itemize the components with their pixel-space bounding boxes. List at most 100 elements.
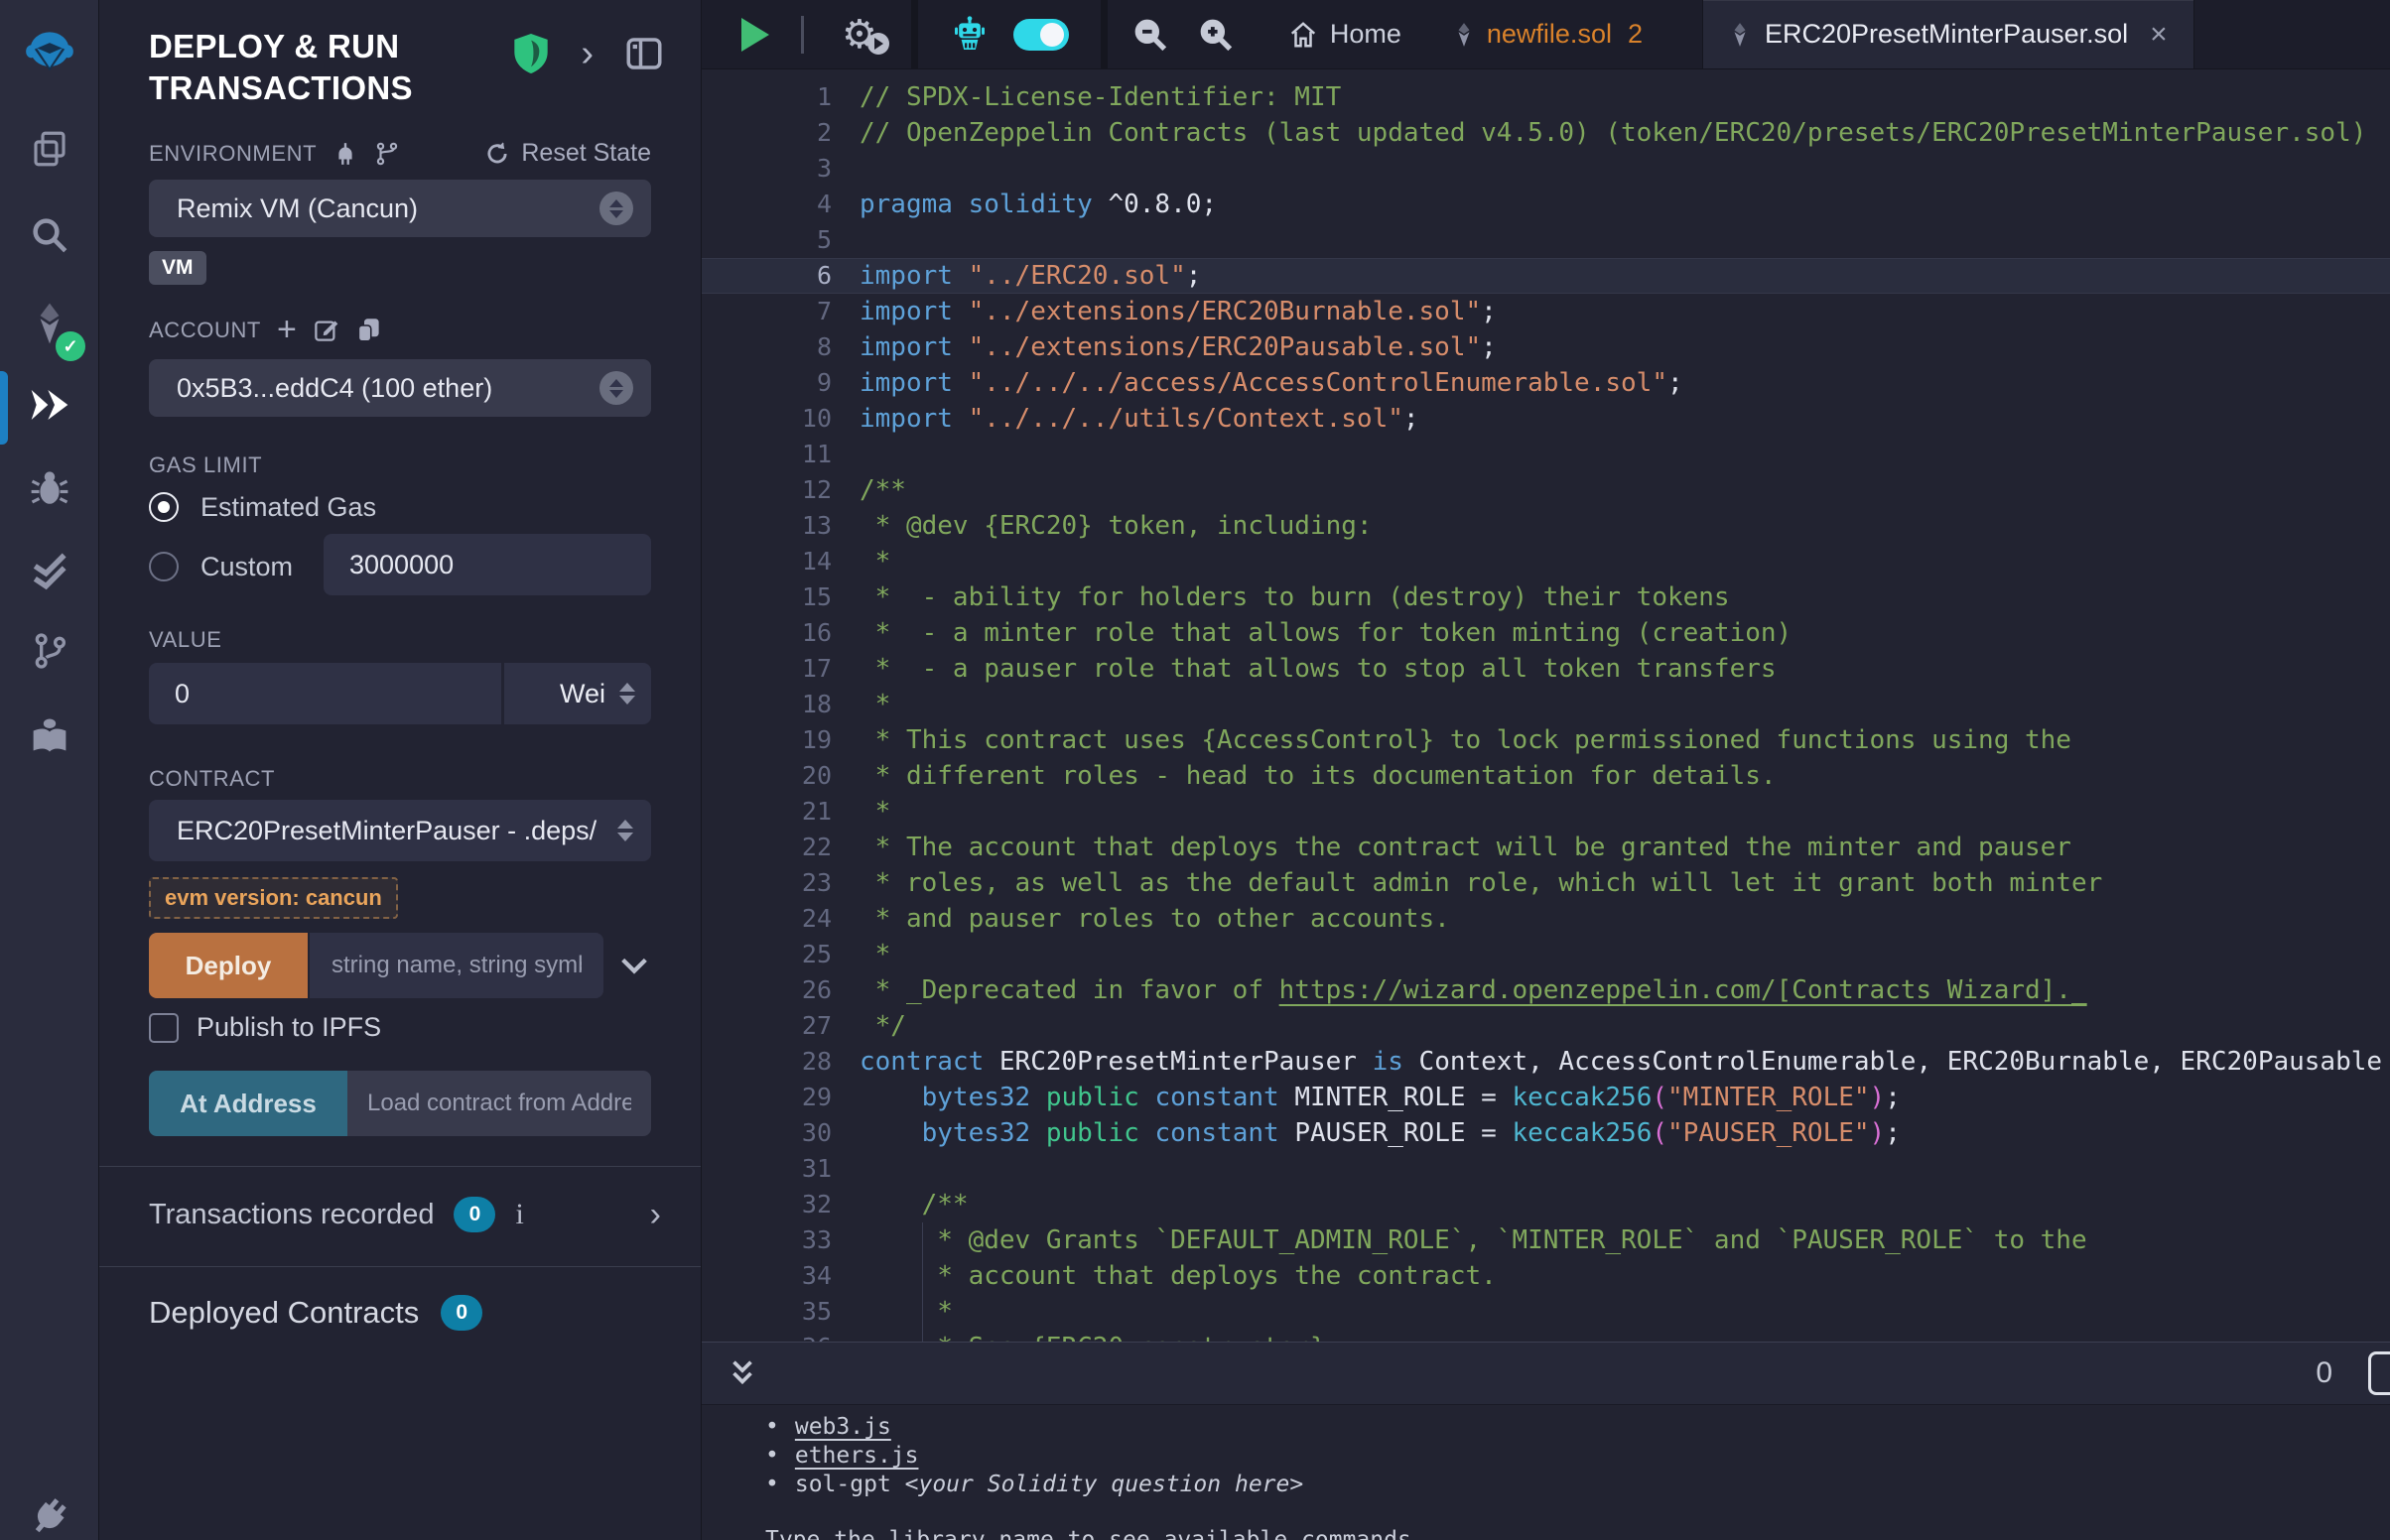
code-line: 23 * roles, as well as the default admin… <box>702 865 2390 901</box>
zoom-in-icon[interactable] <box>1197 16 1235 54</box>
panel-header: DEPLOY & RUN TRANSACTIONS › <box>99 0 701 109</box>
layout-panel-icon[interactable] <box>623 33 665 74</box>
account-select[interactable]: 0x5B3...eddC4 (100 ether) <box>149 359 651 417</box>
run-script-button[interactable] <box>741 18 769 52</box>
tab-erc20presetminterpauser[interactable]: ERC20PresetMinterPauser.sol × <box>1702 0 2194 68</box>
remix-logo-icon <box>24 28 75 79</box>
solidity-file-icon <box>1453 22 1475 48</box>
sidebar-item-deploy-and-run[interactable] <box>0 373 99 437</box>
environment-label: ENVIRONMENT <box>149 141 400 167</box>
tab-home-label: Home <box>1330 19 1401 50</box>
code-editor[interactable]: 1// SPDX-License-Identifier: MIT2// Open… <box>702 69 2390 1342</box>
at-address-button[interactable]: At Address <box>149 1071 347 1136</box>
value-unit-select[interactable]: Wei <box>504 663 651 724</box>
sidebar-item-solidity-compiler[interactable]: ✓ <box>0 292 99 355</box>
code-line: 29 bytes32 public constant MINTER_ROLE =… <box>702 1080 2390 1115</box>
publish-ipfs-checkbox[interactable] <box>149 1013 179 1043</box>
constructor-args-input[interactable] <box>310 933 603 998</box>
info-icon[interactable]: i <box>515 1198 523 1231</box>
value-unit: Wei <box>560 679 605 709</box>
collapse-terminal-icon[interactable] <box>726 1356 759 1390</box>
at-address-input[interactable] <box>347 1071 651 1136</box>
copy-icon[interactable] <box>355 317 382 343</box>
code-line: 9import "../../../access/AccessControlEn… <box>702 365 2390 401</box>
play-badge-icon <box>867 33 889 55</box>
expand-transactions-icon[interactable]: › <box>650 1198 661 1231</box>
sidebar-item-file-explorer[interactable] <box>0 117 99 181</box>
shield-icon <box>511 32 551 75</box>
sidebar-item-unit-testing[interactable] <box>0 540 99 603</box>
contract-select[interactable]: ERC20PresetMinterPauser - .deps/ <box>149 800 651 861</box>
code-line: 25 * <box>702 937 2390 972</box>
zoom-out-icon[interactable] <box>1131 16 1169 54</box>
code-line: 35 * <box>702 1294 2390 1330</box>
toolbar-divider <box>911 0 918 69</box>
script-config-button[interactable]: ⚙ <box>842 15 877 55</box>
code-line: 8import "../extensions/ERC20Pausable.sol… <box>702 329 2390 365</box>
code-line: 28contract ERC20PresetMinterPauser is Co… <box>702 1044 2390 1080</box>
ai-assistant-icon[interactable] <box>950 15 990 55</box>
custom-gas-radio[interactable] <box>149 552 179 581</box>
code-line: 21 * <box>702 794 2390 830</box>
deploy-button[interactable]: Deploy <box>149 933 308 998</box>
code-line: 18 * <box>702 687 2390 722</box>
code-line: 15 * - ability for holders to burn (dest… <box>702 579 2390 615</box>
at-address-row: At Address <box>149 1071 651 1136</box>
code-line: 24 * and pauser roles to other accounts. <box>702 901 2390 937</box>
value-input[interactable] <box>149 663 501 724</box>
chevron-right-icon[interactable]: › <box>581 35 594 72</box>
close-tab-icon[interactable]: × <box>2150 18 2168 52</box>
environment-select[interactable]: Remix VM (Cancun) <box>149 180 651 237</box>
solidity-file-icon <box>1729 22 1751 48</box>
zoom-group <box>1108 0 1259 68</box>
sidebar-item-search[interactable] <box>0 203 99 267</box>
deploy-run-panel: DEPLOY & RUN TRANSACTIONS › ENVIRONMENT <box>99 0 702 1540</box>
reset-state-button[interactable]: Reset State <box>483 139 651 168</box>
double-check-icon <box>28 550 71 593</box>
tab-newfile-badge: 2 <box>1628 19 1643 50</box>
plug-icon[interactable] <box>332 141 358 167</box>
sidebar-item-plugin-manager[interactable] <box>0 705 99 768</box>
terminal: 0 web3.js ethers.js sol-gpt <your Solidi… <box>702 1342 2390 1540</box>
environment-row: ENVIRONMENT Reset State <box>149 139 651 168</box>
estimated-gas-radio[interactable] <box>149 492 179 522</box>
chevron-down-icon[interactable] <box>617 949 651 982</box>
bug-icon <box>29 467 70 509</box>
custom-gas-input[interactable] <box>324 534 651 595</box>
terminal-list-item: ethers.js <box>765 1442 2390 1471</box>
sidebar-item-debugger[interactable] <box>0 456 99 520</box>
code-line: 20 * different roles - head to its docum… <box>702 758 2390 794</box>
deployed-contracts-label: Deployed Contracts <box>149 1295 419 1331</box>
toolbar-separator <box>801 16 804 54</box>
code-line: 10import "../../../utils/Context.sol"; <box>702 401 2390 437</box>
gas-limit-row: GAS LIMIT <box>149 452 651 478</box>
code-line: 27 */ <box>702 1008 2390 1044</box>
plug-icon-partial[interactable] <box>0 1484 99 1540</box>
active-tab-label: ERC20PresetMinterPauser.sol <box>1765 19 2128 50</box>
code-line: 12/** <box>702 472 2390 508</box>
code-line: 3 <box>702 151 2390 187</box>
code-line: 5 <box>702 222 2390 258</box>
sidebar-item-git[interactable] <box>0 619 99 683</box>
evm-version-badge: evm version: cancun <box>149 877 398 919</box>
refresh-icon <box>483 140 511 168</box>
tab-home[interactable]: Home <box>1288 0 1401 68</box>
web3js-link[interactable]: web3.js <box>795 1414 891 1440</box>
sign-message-icon[interactable] <box>313 317 339 343</box>
tab-newfile[interactable]: newfile.sol 2 <box>1453 0 1643 68</box>
gas-limit-label: GAS LIMIT <box>149 452 262 478</box>
deployed-contracts-row: Deployed Contracts 0 <box>99 1267 701 1358</box>
add-account-icon[interactable]: + <box>277 311 297 349</box>
terminal-search-box-partial[interactable] <box>2368 1351 2390 1395</box>
fork-icon[interactable] <box>374 141 400 167</box>
ethersjs-link[interactable]: ethers.js <box>795 1443 919 1469</box>
unit-stepper-icon <box>619 683 635 705</box>
deploy-run-icon <box>28 385 71 425</box>
terminal-list-item: sol-gpt <your Solidity question here> <box>765 1471 2390 1499</box>
editor-area: ⚙ <box>702 0 2390 1540</box>
terminal-output: web3.js ethers.js sol-gpt <your Solidity… <box>702 1405 2390 1540</box>
publish-ipfs-label: Publish to IPFS <box>197 1012 381 1043</box>
ai-copilot-toggle[interactable] <box>1013 19 1069 51</box>
code-line: 1// SPDX-License-Identifier: MIT <box>702 79 2390 115</box>
remix-logo[interactable] <box>0 22 99 85</box>
